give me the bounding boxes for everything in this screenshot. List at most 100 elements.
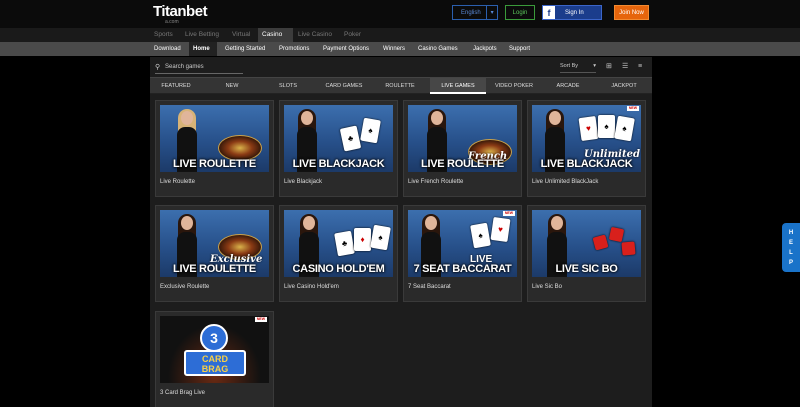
game-card-live-casino-holdem[interactable]: ♣ ♦ ♠ CASINO HOLD'EM Live Casino Hold'em: [279, 205, 398, 302]
game-name: Live Sic Bo: [532, 284, 563, 290]
chevron-down-icon: ▾: [593, 63, 596, 69]
new-badge: NEW: [503, 211, 515, 216]
subnav-promotions[interactable]: Promotions: [275, 42, 313, 56]
topnav-live-betting[interactable]: Live Betting: [181, 28, 223, 42]
compact-list-icon[interactable]: ≡: [638, 63, 647, 70]
language-label: English: [461, 9, 481, 16]
header: Titanbet a.com English ▾ Login f Sign In…: [0, 0, 800, 28]
brag-title: CARD BRAG: [184, 350, 246, 376]
tab-card-games[interactable]: Card Games: [318, 78, 370, 94]
game-thumbnail: ♣ ♦ ♠ CASINO HOLD'EM: [284, 210, 393, 277]
help-tab[interactable]: H E L P: [782, 223, 800, 272]
search-placeholder: Search games: [165, 64, 204, 70]
playing-card-icon: ♥: [578, 115, 599, 142]
new-badge: NEW: [627, 106, 639, 111]
game-name: Exclusive Roulette: [160, 284, 210, 290]
category-tabs: Featured New Slots Card Games Roulette L…: [150, 77, 652, 94]
thumb-title: LIVE SIC BO: [555, 263, 618, 275]
game-thumbnail: ♣ ♠ LIVE BLACKJACK: [284, 105, 393, 172]
game-thumbnail: 3 CARD BRAG NEW: [160, 316, 269, 383]
help-letter: P: [788, 259, 793, 266]
thumb-title: 7 SEAT BACCARAT: [413, 263, 512, 275]
game-card-live-sic-bo[interactable]: LIVE SIC BO Live Sic Bo: [527, 205, 646, 302]
game-card-live-french-roulette[interactable]: French LIVE ROULETTE Live French Roulett…: [403, 100, 522, 197]
games-panel: ⚲ Search games Sort By ▾ ⊞ ☰ ≡ Featured …: [150, 57, 652, 407]
subnav-support[interactable]: Support: [505, 42, 534, 56]
titanbet-logo[interactable]: Titanbet: [153, 3, 208, 20]
subnav-home[interactable]: Home: [189, 42, 217, 56]
sort-by-label: Sort By: [560, 63, 579, 69]
game-card-live-unlimited-blackjack[interactable]: ♥ ♠ ♠ Unlimited LIVE BLACKJACK NEW Live …: [527, 100, 646, 197]
tab-live-games[interactable]: Live Games: [430, 78, 486, 94]
list-view-icon[interactable]: ☰: [622, 63, 631, 70]
language-select[interactable]: English ▾: [452, 5, 498, 20]
game-card-live-blackjack[interactable]: ♣ ♠ LIVE BLACKJACK Live Blackjack: [279, 100, 398, 197]
game-thumbnail: LIVE SIC BO: [532, 210, 641, 277]
game-thumbnail: ♥ ♠ ♠ Unlimited LIVE BLACKJACK NEW: [532, 105, 641, 172]
playing-card-icon: ♠: [470, 222, 491, 249]
game-name: 3 Card Brag Live: [160, 390, 206, 396]
thumb-title: CASINO HOLD'EM: [292, 263, 385, 275]
game-card-exclusive-roulette[interactable]: Exclusive LIVE ROULETTE Exclusive Roulet…: [155, 205, 274, 302]
tab-slots[interactable]: Slots: [262, 78, 314, 94]
game-name: Live French Roulette: [408, 179, 464, 185]
subnav-casino-games[interactable]: Casino Games: [414, 42, 462, 56]
facebook-signin-label: Sign In: [565, 9, 584, 16]
search-icon: ⚲: [155, 64, 161, 71]
logo-subtext: a.com: [165, 19, 179, 25]
subnav-download[interactable]: Download: [150, 42, 185, 56]
playing-card-icon: ♥: [490, 216, 511, 243]
thumb-title: LIVE BLACKJACK: [292, 158, 385, 170]
dice-icon: [608, 226, 625, 243]
login-button[interactable]: Login: [505, 5, 535, 20]
chevron-down-icon: ▾: [486, 6, 497, 19]
thumb-title: LIVE BLACKJACK: [540, 158, 633, 170]
topnav-sports[interactable]: Sports: [150, 28, 177, 42]
help-letter: L: [789, 249, 793, 256]
dice-icon: [621, 241, 636, 256]
game-thumbnail: ♠ ♥ LIVE 7 SEAT BACCARAT NEW: [408, 210, 517, 277]
topnav-poker[interactable]: Poker: [340, 28, 365, 42]
dice-icon: [592, 234, 609, 251]
game-name: Live Unlimited BlackJack: [532, 179, 599, 185]
subnav-jackpots[interactable]: Jackpots: [469, 42, 501, 56]
playing-card-icon: ♠: [614, 115, 635, 142]
game-name: 7 Seat Baccarat: [408, 284, 451, 290]
facebook-icon: f: [543, 6, 555, 19]
tab-jackpot[interactable]: Jackpot: [598, 78, 650, 94]
search-input[interactable]: ⚲ Search games: [155, 61, 243, 74]
game-thumbnail: Exclusive LIVE ROULETTE: [160, 210, 269, 277]
subnav-payment-options[interactable]: Payment Options: [319, 42, 373, 56]
tab-featured[interactable]: Featured: [150, 78, 202, 94]
tab-arcade[interactable]: Arcade: [542, 78, 594, 94]
game-card-live-roulette[interactable]: LIVE ROULETTE Live Roulette: [155, 100, 274, 197]
playing-card-icon: ♠: [598, 115, 615, 138]
games-toolbar: ⚲ Search games Sort By ▾ ⊞ ☰ ≡: [150, 57, 652, 77]
game-name: Live Blackjack: [284, 179, 323, 185]
topnav-virtual[interactable]: Virtual: [228, 28, 254, 42]
playing-card-icon: ♣: [334, 230, 355, 257]
thumb-title: LIVE ROULETTE: [173, 158, 256, 170]
tab-video-poker[interactable]: Video Poker: [486, 78, 542, 94]
subnav-winners[interactable]: Winners: [379, 42, 409, 56]
sort-by-select[interactable]: Sort By ▾: [560, 63, 596, 73]
tab-roulette[interactable]: Roulette: [374, 78, 426, 94]
help-letter: E: [788, 239, 793, 246]
subnav-getting-started[interactable]: Getting Started: [221, 42, 269, 56]
playing-card-icon: ♠: [370, 224, 391, 251]
brag-line-2: BRAG: [201, 364, 229, 374]
new-badge: NEW: [255, 317, 267, 322]
playing-card-icon: ♣: [339, 125, 362, 152]
topnav-casino[interactable]: Casino: [258, 28, 293, 42]
top-nav: Sports Live Betting Virtual Casino Live …: [0, 28, 800, 42]
game-card-3-card-brag-live[interactable]: 3 CARD BRAG NEW 3 Card Brag Live: [155, 311, 274, 407]
playing-card-icon: ♦: [354, 228, 371, 251]
join-now-button[interactable]: Join Now: [614, 5, 649, 20]
game-card-7-seat-baccarat[interactable]: ♠ ♥ LIVE 7 SEAT BACCARAT NEW 7 Seat Bacc…: [403, 205, 522, 302]
tab-new[interactable]: New: [206, 78, 258, 94]
game-thumbnail: French LIVE ROULETTE: [408, 105, 517, 172]
topnav-live-casino[interactable]: Live Casino: [294, 28, 336, 42]
facebook-signin-button[interactable]: f Sign In: [542, 5, 602, 20]
thumb-title: LIVE ROULETTE: [173, 263, 256, 275]
grid-view-icon[interactable]: ⊞: [606, 63, 615, 70]
